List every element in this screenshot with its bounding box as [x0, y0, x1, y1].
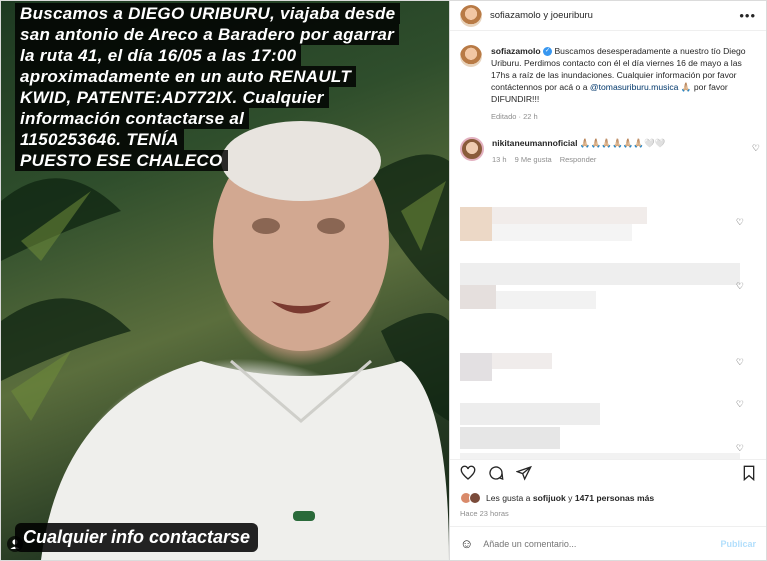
caption-meta: Editado · 22 h	[491, 112, 538, 121]
post-caption: sofiazamolo ✓ Buscamos desesperadamente …	[450, 31, 766, 123]
add-comment-bar: ☺ Publicar	[450, 526, 766, 560]
liker-avatar	[469, 492, 481, 504]
likes-summary: Les gusta a sofijuok y 1471 personas más	[450, 489, 766, 507]
likes-others[interactable]: 1471 personas más	[575, 493, 654, 503]
caption-author-avatar[interactable]	[460, 45, 482, 67]
comment-like-icon[interactable]: ♡	[736, 217, 744, 228]
media-caption-line: KWID, PATENTE:AD772IX. Cualquier	[15, 87, 329, 108]
media-caption-line: aproximadamente en un auto RENAULT	[15, 66, 357, 87]
media-caption-line: Buscamos a DIEGO URIBURU, viajaba desde	[15, 3, 401, 24]
post-media[interactable]: Buscamos a DIEGO URIBURU, viajaba desde …	[1, 1, 449, 560]
comment-text: 🙏🏼🙏🏼🙏🏼🙏🏼🙏🏼🙏🏼🤍🤍	[579, 138, 666, 148]
media-caption-line: san antonio de Areco a Baradero por agar…	[15, 24, 400, 45]
verified-badge-icon: ✓	[543, 47, 553, 57]
caption-mention-link[interactable]: @tomasuriburu.musica	[590, 82, 679, 92]
media-bottom-caption: Cualquier info contactarse	[15, 523, 259, 552]
likes-prefix: Les gusta a	[486, 493, 531, 503]
like-heart-icon[interactable]	[460, 465, 476, 485]
share-send-icon[interactable]	[515, 465, 532, 485]
comment-like-icon[interactable]: ♡	[736, 399, 744, 410]
media-caption-line: información contactarse al	[15, 108, 250, 129]
comment-like-icon[interactable]: ♡	[736, 443, 744, 454]
comment-like-icon[interactable]: ♡	[736, 281, 744, 292]
post-actions-bar	[450, 459, 766, 489]
instagram-post-window: Buscamos a DIEGO URIBURU, viajaba desde …	[0, 0, 767, 561]
media-caption-line: PUESTO ESE CHALECO	[15, 150, 228, 171]
comment-bubble-icon[interactable]	[488, 465, 504, 485]
likes-user[interactable]: sofijuok	[533, 493, 566, 503]
comment-item: nikitaneumannoficial 🙏🏼🙏🏼🙏🏼🙏🏼🙏🏼🙏🏼🤍🤍 13 h…	[450, 123, 766, 166]
post-time: Hace 23 horas	[460, 509, 509, 518]
publish-button[interactable]: Publicar	[720, 539, 756, 549]
comment-like-icon[interactable]: ♡	[752, 143, 760, 154]
comment-like-icon[interactable]: ♡	[736, 357, 744, 368]
more-options-icon[interactable]: •••	[739, 8, 756, 23]
media-caption-overlay: Buscamos a DIEGO URIBURU, viajaba desde …	[15, 3, 401, 171]
emoji-icon[interactable]: ☺	[460, 536, 473, 551]
post-header: sofiazamolo y joeuriburu •••	[450, 1, 766, 31]
save-bookmark-icon[interactable]	[742, 465, 756, 485]
commenter-avatar[interactable]	[460, 137, 484, 161]
post-authors[interactable]: sofiazamolo y joeuriburu	[490, 10, 739, 21]
comments-scroll-area[interactable]: sofiazamolo ✓ Buscamos desesperadamente …	[450, 31, 766, 459]
comment-input[interactable]	[483, 538, 721, 549]
comment-likes[interactable]: 9 Me gusta	[515, 154, 552, 166]
likes-connector: y	[568, 493, 573, 503]
comment-username[interactable]: nikitaneumannoficial	[492, 138, 577, 148]
media-caption-line: la ruta 41, el día 16/05 a las 17:00	[15, 45, 302, 66]
author-avatar[interactable]	[460, 4, 482, 27]
post-details-panel: sofiazamolo y joeuriburu ••• sofiazamolo…	[449, 1, 766, 560]
comment-time: 13 h	[492, 155, 507, 164]
caption-username[interactable]: sofiazamolo	[491, 46, 541, 56]
blurred-comments: ♡ ♡ ♡ ♡ ♡	[450, 199, 750, 459]
comment-reply-button[interactable]: Responder	[560, 154, 597, 166]
media-caption-line: 1150253646. TENÍA	[15, 129, 184, 150]
